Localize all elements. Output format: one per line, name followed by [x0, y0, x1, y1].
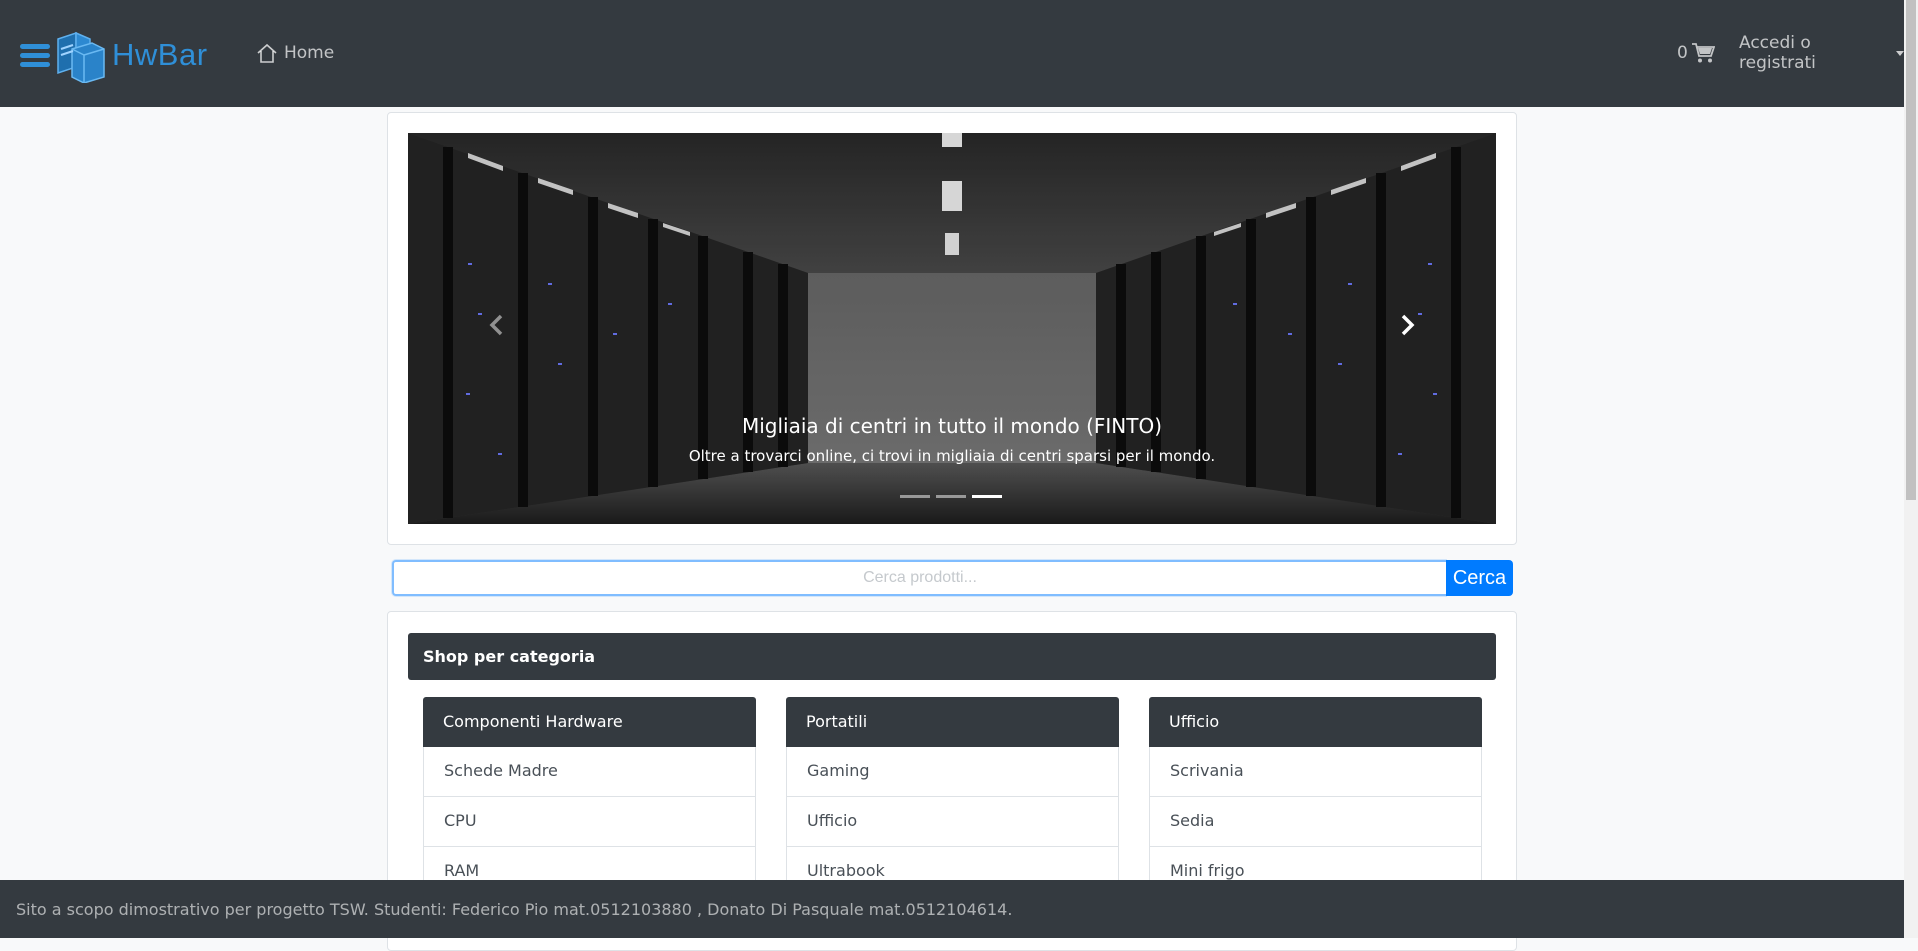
- hamburger-menu-icon[interactable]: [18, 38, 52, 72]
- hero-carousel: Migliaia di centri in tutto il mondo (FI…: [408, 133, 1496, 524]
- footer-text: Sito a scopo dimostrativo per progetto T…: [16, 900, 1013, 919]
- nav-home-link[interactable]: Home: [256, 38, 334, 68]
- account-dropdown-toggle[interactable]: Accedi o registrati: [1739, 33, 1904, 73]
- category-item[interactable]: Gaming: [786, 747, 1119, 797]
- page-scrollbar[interactable]: [1904, 0, 1918, 938]
- navbar: HwBar Home 0 Accedi o registrati: [0, 0, 1904, 107]
- carousel-indicator-3[interactable]: [972, 495, 1002, 498]
- brand-name: HwBar: [112, 37, 208, 72]
- nav-cart-link[interactable]: 0: [1677, 38, 1715, 68]
- footer: Sito a scopo dimostrativo per progetto T…: [0, 880, 1904, 938]
- category-column-hardware: Componenti Hardware Schede Madre CPU RAM: [423, 697, 756, 897]
- carousel-caption-title: Migliaia di centri in tutto il mondo (FI…: [741, 414, 1163, 438]
- datacenter-slide-image: [408, 133, 1496, 524]
- search-input[interactable]: [392, 560, 1446, 596]
- chevron-left-icon: [489, 314, 503, 336]
- category-column-title: Portatili: [786, 697, 1119, 747]
- category-column-title: Ufficio: [1149, 697, 1482, 747]
- search-button[interactable]: Cerca: [1446, 560, 1513, 596]
- carousel-caption-text: Oltre a trovarci online, ci trovi in mig…: [688, 447, 1216, 465]
- home-icon: [257, 43, 277, 63]
- shopping-cart-icon: [1691, 43, 1715, 63]
- scrollbar-thumb[interactable]: [1906, 0, 1916, 500]
- category-column-portatili: Portatili Gaming Ufficio Ultrabook: [786, 697, 1119, 897]
- category-item[interactable]: Schede Madre: [423, 747, 756, 797]
- carousel-indicator-2[interactable]: [936, 495, 966, 498]
- server-rack-logo-icon: [57, 31, 105, 83]
- category-item[interactable]: Scrivania: [1149, 747, 1482, 797]
- nav-home-label: Home: [284, 43, 335, 63]
- carousel-indicator-1[interactable]: [900, 495, 930, 498]
- category-item[interactable]: CPU: [423, 797, 756, 847]
- carousel-indicators: [900, 495, 1002, 498]
- chevron-right-icon: [1401, 314, 1415, 336]
- category-item[interactable]: Sedia: [1149, 797, 1482, 847]
- category-column-ufficio: Ufficio Scrivania Sedia Mini frigo: [1149, 697, 1482, 897]
- category-column-title: Componenti Hardware: [423, 697, 756, 747]
- carousel-next-button[interactable]: [1388, 305, 1428, 345]
- brand-logo-link[interactable]: HwBar: [18, 26, 208, 84]
- carousel-prev-button[interactable]: [476, 305, 516, 345]
- category-item[interactable]: Ufficio: [786, 797, 1119, 847]
- carousel-card: Migliaia di centri in tutto il mondo (FI…: [387, 112, 1517, 545]
- cart-count: 0: [1677, 43, 1688, 63]
- categories-heading: Shop per categoria: [408, 633, 1496, 680]
- caret-down-icon: [1896, 50, 1904, 56]
- account-label: Accedi o registrati: [1739, 33, 1816, 73]
- search-bar: Cerca: [392, 560, 1513, 596]
